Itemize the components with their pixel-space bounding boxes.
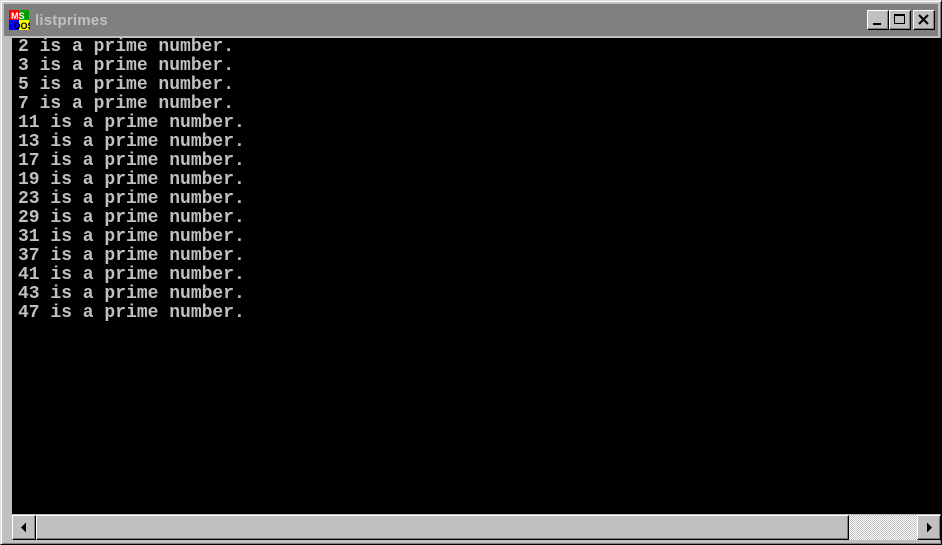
console-line: 11 is a prime number. bbox=[18, 113, 245, 133]
window-title: listprimes bbox=[35, 11, 108, 29]
scroll-right-button[interactable] bbox=[917, 515, 941, 540]
console-line: 5 is a prime number. bbox=[18, 75, 235, 95]
horizontal-scrollbar[interactable] bbox=[12, 515, 941, 540]
ms-dos-icon[interactable]: MS DOS bbox=[8, 9, 34, 31]
console-line: 23 is a prime number. bbox=[18, 189, 245, 209]
minimize-button[interactable] bbox=[867, 10, 889, 30]
console-line: 47 is a prime number. bbox=[18, 303, 245, 323]
title-bar[interactable]: MS DOS listprimes bbox=[4, 4, 938, 36]
left-arrow-icon bbox=[21, 522, 26, 533]
scroll-left-button[interactable] bbox=[12, 515, 36, 540]
console-line: 13 is a prime number. bbox=[18, 132, 245, 152]
console-output[interactable]: 2 is a prime number. 3 is a prime number… bbox=[12, 38, 941, 514]
console-line: 43 is a prime number. bbox=[18, 284, 245, 304]
console-window: MS DOS listprimes bbox=[0, 0, 942, 545]
maximize-button[interactable] bbox=[889, 10, 911, 30]
right-arrow-icon bbox=[927, 522, 932, 533]
console-line: 3 is a prime number. bbox=[18, 56, 235, 76]
console-line: 19 is a prime number. bbox=[18, 170, 245, 190]
svg-text:DOS: DOS bbox=[14, 21, 30, 31]
console-line: 2 is a prime number. bbox=[18, 38, 235, 57]
console-line: 37 is a prime number. bbox=[18, 246, 245, 266]
console-line: 7 is a prime number. bbox=[18, 94, 235, 114]
console-line: 41 is a prime number. bbox=[18, 265, 245, 285]
close-button[interactable] bbox=[913, 10, 935, 30]
console-line: 17 is a prime number. bbox=[18, 151, 245, 171]
console-line: 31 is a prime number. bbox=[18, 227, 245, 247]
scroll-thumb[interactable] bbox=[36, 515, 849, 540]
console-line: 29 is a prime number. bbox=[18, 208, 245, 228]
svg-text:MS: MS bbox=[11, 11, 25, 21]
maximize-icon bbox=[894, 14, 905, 24]
scroll-track[interactable] bbox=[849, 515, 917, 540]
minimize-icon bbox=[873, 23, 881, 25]
close-icon bbox=[918, 14, 929, 25]
